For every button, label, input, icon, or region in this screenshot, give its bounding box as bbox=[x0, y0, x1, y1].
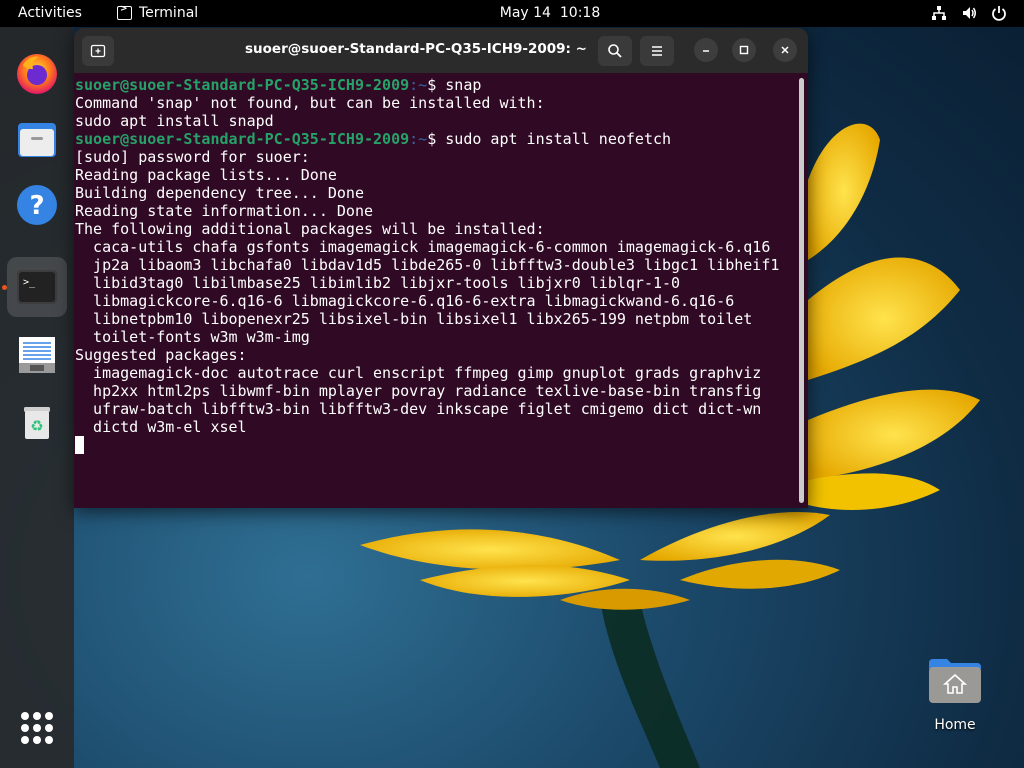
terminal-output-line: sudo apt install snapd bbox=[75, 112, 274, 130]
terminal-output-line: Building dependency tree... Done bbox=[75, 184, 364, 202]
running-indicator bbox=[2, 285, 7, 290]
network-icon bbox=[930, 4, 948, 22]
maximize-button[interactable] bbox=[732, 38, 756, 62]
terminal-output-line: toilet-fonts w3m w3m-img bbox=[75, 328, 310, 346]
terminal-output-line: The following additional packages will b… bbox=[75, 220, 545, 238]
desktop-home-folder[interactable]: Home bbox=[920, 655, 990, 745]
search-button[interactable] bbox=[598, 36, 632, 66]
menu-button[interactable] bbox=[640, 36, 674, 66]
terminal-output-line: ufraw-batch libfftw3-bin libfftw3-dev in… bbox=[75, 400, 762, 418]
terminal-output-line: Suggested packages: bbox=[75, 346, 247, 364]
prompt-command: $ snap bbox=[427, 76, 482, 94]
prompt-user-host: suoer@suoer-Standard-PC-Q35-ICH9-2009 bbox=[75, 130, 410, 148]
terminal-output[interactable]: suoer@suoer-Standard-PC-Q35-ICH9-2009:~$… bbox=[74, 73, 808, 508]
terminal-prompt-line: suoer@suoer-Standard-PC-Q35-ICH9-2009:~$… bbox=[75, 76, 808, 94]
prompt-command: $ sudo apt install neofetch bbox=[427, 130, 672, 148]
terminal-cursor bbox=[75, 436, 84, 454]
terminal-window: suoer@suoer-Standard-PC-Q35-ICH9-2009: ~… bbox=[74, 28, 808, 508]
maximize-icon bbox=[739, 45, 749, 55]
terminal-icon: >_ bbox=[17, 270, 57, 304]
terminal-output-line: [sudo] password for suoer: bbox=[75, 148, 310, 166]
svg-text:?: ? bbox=[29, 191, 44, 221]
terminal-output-line: imagemagick-doc autotrace curl enscript … bbox=[75, 364, 762, 382]
terminal-output-line: hp2xx html2ps libwmf-bin mplayer povray … bbox=[75, 382, 762, 400]
trash-icon: ♻ bbox=[24, 407, 50, 439]
terminal-output-line: Reading package lists... Done bbox=[75, 166, 337, 184]
svg-text:>_: >_ bbox=[23, 277, 36, 288]
prompt-path: :~ bbox=[409, 76, 428, 94]
dock: ? >_ ♻ bbox=[0, 27, 74, 768]
home-folder-icon bbox=[929, 659, 981, 703]
clock-date: May 14 bbox=[499, 5, 551, 21]
prompt-user-host: suoer@suoer-Standard-PC-Q35-ICH9-2009 bbox=[75, 76, 410, 94]
close-button[interactable] bbox=[773, 38, 797, 62]
firefox-icon bbox=[17, 54, 57, 94]
hamburger-menu-icon bbox=[652, 46, 662, 56]
terminal-output-line: jp2a libaom3 libchafa0 libdav1d5 libde26… bbox=[75, 256, 780, 274]
terminal-output-line: Reading state information... Done bbox=[75, 202, 374, 220]
apps-grid-icon[interactable] bbox=[21, 712, 53, 744]
clock-button[interactable]: May 14 10:18 bbox=[0, 5, 1024, 21]
prompt-path: :~ bbox=[409, 130, 428, 148]
files-icon bbox=[18, 123, 56, 157]
search-icon bbox=[608, 44, 622, 58]
power-icon bbox=[990, 4, 1008, 22]
text-editor-icon bbox=[19, 337, 55, 373]
dock-item-trash[interactable]: ♻ bbox=[7, 391, 67, 451]
top-bar: Activities Terminal May 14 10:18 bbox=[0, 0, 1024, 27]
svg-text:♻: ♻ bbox=[30, 417, 43, 435]
minimize-button[interactable] bbox=[694, 38, 718, 62]
terminal-output-line: dictd w3m-el xsel bbox=[75, 418, 247, 436]
terminal-output-line: libid3tag0 libilmbase25 libimlib2 libjxr… bbox=[75, 274, 681, 292]
volume-icon bbox=[960, 4, 978, 22]
terminal-prompt-line: suoer@suoer-Standard-PC-Q35-ICH9-2009:~$… bbox=[75, 130, 808, 148]
dock-item-terminal[interactable]: >_ bbox=[2, 257, 67, 317]
help-icon: ? bbox=[17, 185, 57, 225]
dock-item-text-editor[interactable] bbox=[7, 325, 67, 385]
home-folder-label: Home bbox=[934, 717, 976, 733]
terminal-scrollbar[interactable] bbox=[799, 78, 804, 503]
terminal-output-line: libmagickcore-6.q16-6 libmagickcore-6.q1… bbox=[75, 292, 735, 310]
terminal-output-line: libnetpbm10 libopenexr25 libsixel-bin li… bbox=[75, 310, 753, 328]
window-titlebar[interactable]: suoer@suoer-Standard-PC-Q35-ICH9-2009: ~ bbox=[74, 28, 808, 73]
terminal-cursor-line bbox=[75, 436, 808, 454]
minimize-icon bbox=[703, 50, 709, 52]
terminal-output-line: Command 'snap' not found, but can be ins… bbox=[75, 94, 545, 112]
dock-item-files[interactable] bbox=[7, 109, 67, 169]
dock-item-help[interactable]: ? bbox=[7, 175, 67, 235]
terminal-output-line: caca-utils chafa gsfonts imagemagick ima… bbox=[75, 238, 771, 256]
clock-time: 10:18 bbox=[559, 5, 601, 21]
system-status-menu[interactable] bbox=[930, 4, 1008, 22]
close-icon bbox=[781, 46, 789, 54]
dock-item-firefox[interactable] bbox=[7, 43, 67, 103]
